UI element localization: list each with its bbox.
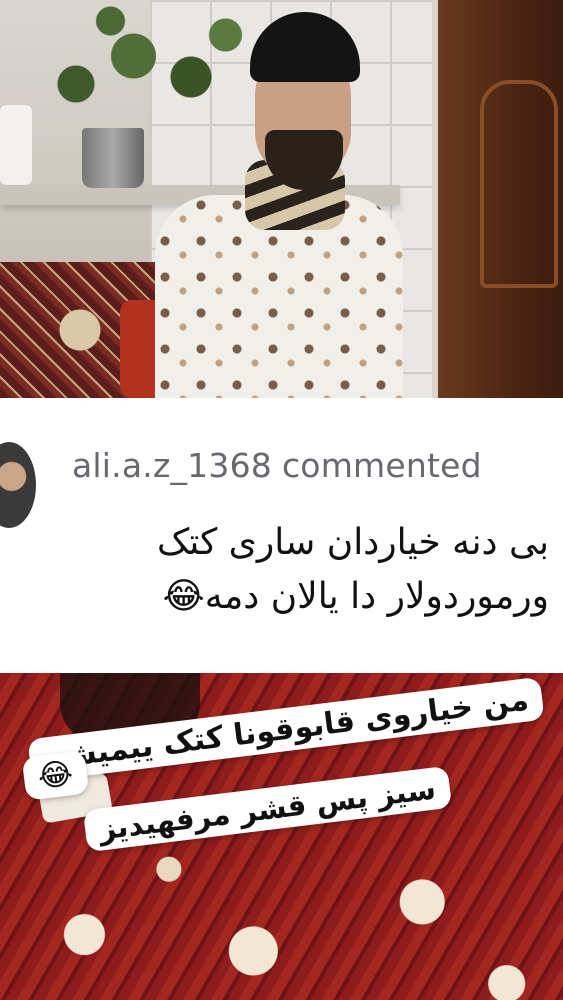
door-panel [480,80,558,288]
commenter-username[interactable]: ali.a.z_1368 [72,446,272,485]
caption-line-2: 😂 [21,750,90,801]
commenter-line: ali.a.z_1368 commented [72,446,482,485]
seated-man [150,10,410,398]
comment-panel: ali.a.z_1368 commented بی دنه خیاردان سار… [0,398,563,673]
top-video-frame [0,0,563,398]
plant-pot [82,128,144,188]
comment-text: بی دنه خیاردان ساری کتک ورموردولار دا یا… [156,522,549,617]
white-vase [0,105,32,185]
caption-sticker: من خیاروی قابوقونا کتک ییمیشم 😂 سیز پس ق… [6,676,561,853]
caption-line-1: من خیاروی قابوقونا کتک ییمیشم [27,676,545,783]
comment-action: commented [281,446,482,485]
beanie-hat [250,12,360,82]
